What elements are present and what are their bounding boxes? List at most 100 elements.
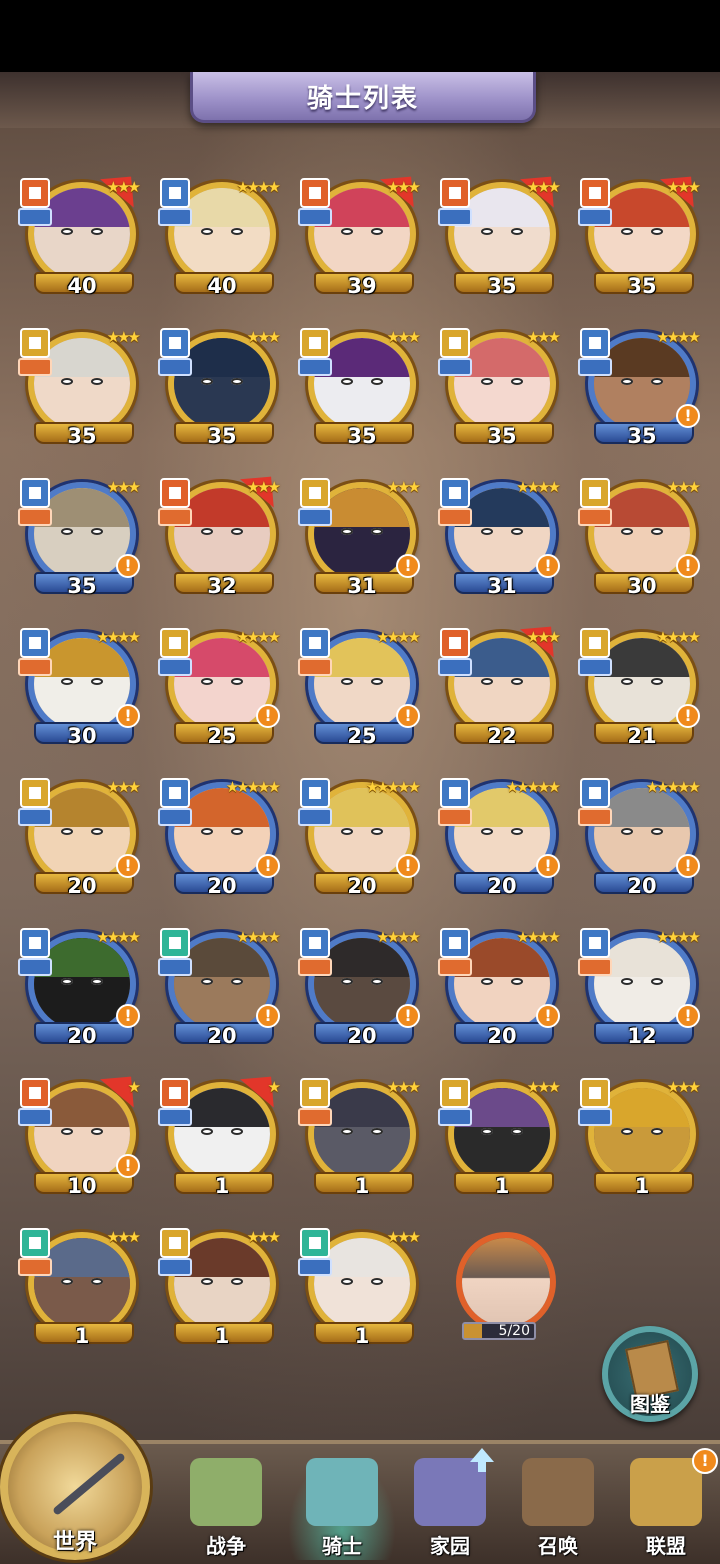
fragment-knight-card[interactable]: 5/20: [446, 1228, 566, 1352]
knight-card[interactable]: ★★★★ 20!: [16, 926, 144, 1050]
knight-eyes: [620, 678, 664, 687]
knight-card[interactable]: ★★★★ 30!: [16, 626, 144, 750]
class-badge-icon: [440, 778, 470, 808]
class-badge-icon: [300, 928, 330, 958]
knight-card[interactable]: ★★★★ 20!: [436, 926, 564, 1050]
knight-card[interactable]: ★★★ 35: [156, 326, 284, 450]
knight-eyes: [480, 378, 524, 387]
knight-card[interactable]: ★★★ 32: [156, 462, 288, 600]
role-badge-icon: [298, 358, 332, 376]
star-rating: ★★★: [386, 478, 421, 496]
star-rating: ★★★: [666, 1078, 701, 1096]
nav-tab-label: 骑士: [322, 1534, 362, 1558]
star-rating: ★★★: [526, 178, 561, 196]
knight-level: 39: [347, 274, 377, 298]
fragment-face: [462, 1238, 550, 1326]
knight-card[interactable]: ★★★ 1: [16, 1226, 144, 1350]
knight-level: 35: [487, 424, 517, 448]
class-badge-icon: [300, 778, 330, 808]
compass-needle-icon: [51, 1452, 127, 1516]
knight-card[interactable]: ★★★ 1: [296, 1226, 424, 1350]
knight-card[interactable]: ★★★★ 20!: [296, 926, 424, 1050]
alert-badge-icon: !: [676, 404, 700, 428]
star-rating: ★★★★★: [505, 778, 561, 796]
role-badge-icon: [158, 1108, 192, 1126]
star-rating: ★★★: [386, 1228, 421, 1246]
knight-card[interactable]: ★★★ 31!: [296, 476, 424, 600]
nav-tab-map[interactable]: 战争: [172, 1458, 280, 1560]
knight-card[interactable]: ★★★★ 35!: [576, 326, 704, 450]
knight-card[interactable]: ★★★ 1: [576, 1076, 704, 1200]
role-badge-icon: [18, 808, 52, 826]
class-badge-icon: [20, 178, 50, 208]
role-badge-icon: [438, 958, 472, 976]
role-badge-icon: [18, 1258, 52, 1276]
knight-eyes: [340, 378, 384, 387]
knight-card[interactable]: ★★★★★ 20!: [436, 776, 564, 900]
star-rating: ★★★: [246, 328, 281, 346]
knight-card[interactable]: ★★★ 40: [16, 162, 148, 300]
class-badge-icon: [160, 178, 190, 208]
alert-badge-icon: !: [396, 1004, 420, 1028]
codex-button[interactable]: 图鉴: [602, 1326, 698, 1422]
role-badge-icon: [298, 1108, 332, 1126]
knight-card[interactable]: ★★★★ 25!: [156, 626, 284, 750]
knight-card[interactable]: ★★★★★ 20!: [576, 776, 704, 900]
knight-card[interactable]: ★★★★★ 20!: [156, 776, 284, 900]
star-rating: ★★★★: [236, 178, 281, 196]
knight-card[interactable]: ★★★ 35: [296, 326, 424, 450]
knight-card[interactable]: ★★★★ 25!: [296, 626, 424, 750]
star-rating: ★★★★★: [365, 778, 421, 796]
knight-card[interactable]: ★★★★ 31!: [436, 476, 564, 600]
class-badge-icon: [580, 928, 610, 958]
star-rating: ★★★: [386, 1078, 421, 1096]
role-badge-icon: [18, 1108, 52, 1126]
alert-badge-icon: !: [256, 704, 280, 728]
star-rating: ★★★: [386, 328, 421, 346]
nav-tab-label: 战争: [206, 1534, 246, 1558]
nav-tab-label: 召唤: [538, 1534, 578, 1558]
class-badge-icon: [160, 778, 190, 808]
knight-card[interactable]: ★★★ 39: [296, 162, 428, 300]
star-rating: ★★★★: [96, 628, 141, 646]
knight-card[interactable]: ★★★ 35: [436, 162, 568, 300]
class-badge-icon: [20, 628, 50, 658]
knight-card[interactable]: ★ 10!: [16, 1062, 148, 1200]
knight-level: 40: [67, 274, 97, 298]
knight-eyes: [340, 1128, 384, 1137]
knight-card[interactable]: ★★★ 20!: [16, 776, 144, 900]
knight-card[interactable]: ★★★ 35: [576, 162, 708, 300]
role-badge-icon: [438, 508, 472, 526]
map-icon: [190, 1458, 262, 1526]
nav-tab-house[interactable]: 家园: [396, 1458, 504, 1560]
knight-card[interactable]: ★★★ 1: [436, 1076, 564, 1200]
knight-card[interactable]: ★★★★ 40: [156, 176, 284, 300]
star-rating: ★★★★: [656, 928, 701, 946]
title-plate: 骑士列表: [190, 72, 536, 123]
knight-card[interactable]: ★★★★ 21!: [576, 626, 704, 750]
nav-tab-knight[interactable]: 骑士: [288, 1458, 396, 1560]
role-badge-icon: [438, 358, 472, 376]
knight-card[interactable]: ★ 1: [156, 1062, 288, 1200]
knight-card[interactable]: ★★★ 1: [296, 1076, 424, 1200]
knight-card[interactable]: ★★★ 35: [436, 326, 564, 450]
knight-card[interactable]: ★★★ 22: [436, 612, 568, 750]
knight-card[interactable]: ★★★ 30!: [576, 476, 704, 600]
star-rating: ★★★★: [656, 628, 701, 646]
knight-card[interactable]: ★★★★ 12!: [576, 926, 704, 1050]
star-rating: ★★★: [106, 328, 141, 346]
class-badge-icon: [20, 928, 50, 958]
knight-card[interactable]: ★★★ 35!: [16, 476, 144, 600]
knight-card[interactable]: ★★★★ 20!: [156, 926, 284, 1050]
role-badge-icon: [438, 1108, 472, 1126]
class-badge-icon: [300, 1078, 330, 1108]
knight-eyes: [200, 528, 244, 537]
knight-card[interactable]: ★★★ 1: [156, 1226, 284, 1350]
star-rating: ★★★: [106, 778, 141, 796]
class-badge-icon: [440, 178, 470, 208]
alert-badge-icon: !: [676, 854, 700, 878]
class-badge-icon: [160, 1228, 190, 1258]
knight-card[interactable]: ★★★ 35: [16, 326, 144, 450]
knight-card[interactable]: ★★★★★ 20!: [296, 776, 424, 900]
nav-tab-train[interactable]: 召唤: [504, 1458, 612, 1560]
